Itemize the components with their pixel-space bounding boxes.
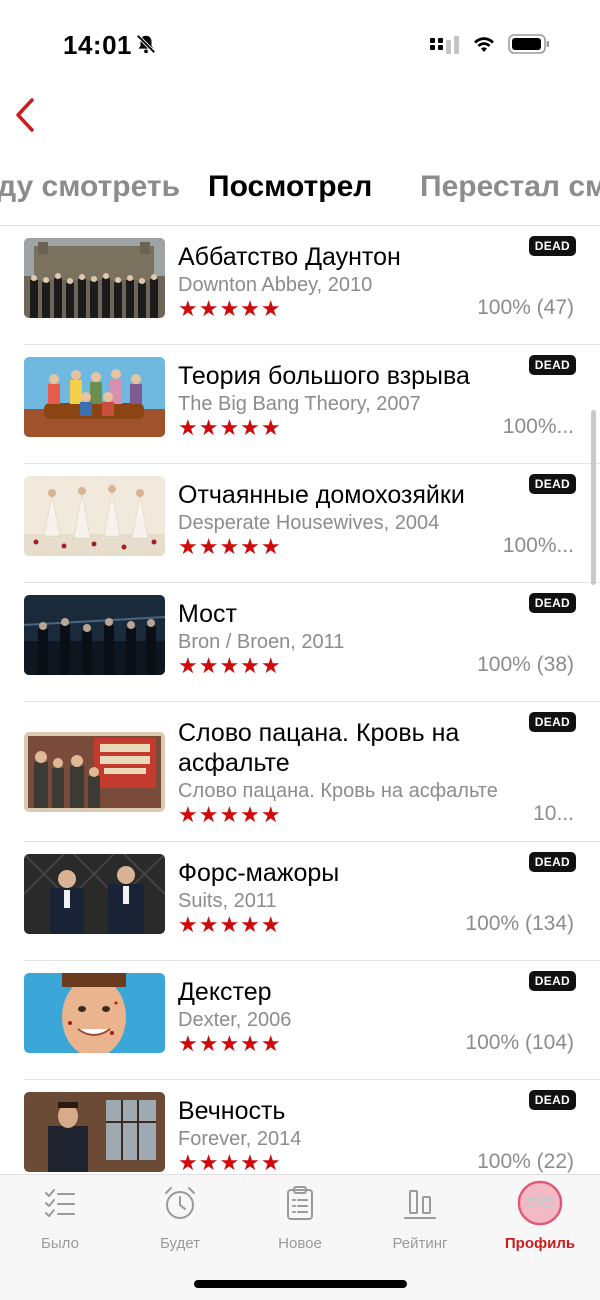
- status-badge: DEAD: [528, 852, 576, 872]
- show-original-title: Suits, 2011: [178, 890, 277, 912]
- poster-thumbnail: [24, 1092, 165, 1172]
- tabbar-label: Будет: [160, 1235, 200, 1252]
- show-title: Слово пацана. Кровь на асфальте: [178, 719, 460, 777]
- tab-watched[interactable]: Посмотрел: [208, 165, 372, 209]
- progress-percent: 100% (22): [477, 1150, 574, 1173]
- show-original-title: The Big Bang Theory, 2007: [178, 393, 421, 415]
- shows-list[interactable]: Аббатство Даунтон Downton Abbey, 2010 ★★…: [0, 226, 600, 1174]
- tabbar-label: Новое: [278, 1235, 322, 1252]
- list-item[interactable]: Форс-мажоры Suits, 2011 ★★★★★ 100% (134)…: [0, 842, 600, 961]
- segment-tabs: Буду смотреть Посмотрел Перестал смотрет…: [0, 165, 600, 215]
- list-item[interactable]: Вечность Forever, 2014 ★★★★★ 100% (22) D…: [0, 1080, 600, 1174]
- progress-percent: 100%...: [502, 534, 574, 557]
- show-original-title: Dexter, 2006: [178, 1009, 292, 1031]
- progress-percent: 100% (47): [477, 296, 574, 319]
- progress-percent: 100% (134): [465, 912, 574, 935]
- list-item[interactable]: Аббатство Даунтон Downton Abbey, 2010 ★★…: [0, 226, 600, 345]
- list-item[interactable]: Слово пацана. Кровь на асфальте Слово па…: [0, 702, 600, 842]
- rating-stars: ★★★★★: [178, 1031, 282, 1056]
- back-chevron-icon[interactable]: [10, 95, 40, 135]
- show-original-title: Desperate Housewives, 2004: [178, 512, 440, 534]
- progress-percent: 100%...: [502, 415, 574, 438]
- tabbar-item-upcoming[interactable]: Будет: [130, 1185, 230, 1252]
- show-original-title: Forever, 2014: [178, 1128, 302, 1150]
- tabbar-item-new[interactable]: Новое: [250, 1185, 350, 1252]
- show-title: Отчаянные домохозяйки: [178, 481, 465, 509]
- tab-will-watch[interactable]: Буду смотреть: [0, 165, 180, 209]
- list-item[interactable]: Теория большого взрыва The Big Bang Theo…: [0, 345, 600, 464]
- tabbar-label: Рейтинг: [392, 1235, 448, 1252]
- status-badge: DEAD: [528, 355, 576, 375]
- wifi-icon: [474, 37, 494, 52]
- status-badge: DEAD: [528, 474, 576, 494]
- rating-stars: ★★★★★: [178, 1150, 282, 1174]
- signal-icon: [430, 36, 459, 54]
- tabbar-item-history[interactable]: Было: [10, 1185, 110, 1252]
- poster-thumbnail: [24, 238, 165, 318]
- clipboard-icon: [287, 1186, 313, 1220]
- show-title: Форс-мажоры: [178, 859, 340, 887]
- list-item[interactable]: Отчаянные домохозяйки Desperate Housewiv…: [0, 464, 600, 583]
- status-badge: DEAD: [528, 1090, 576, 1110]
- show-title: Вечность: [178, 1097, 286, 1125]
- poster-thumbnail: [24, 357, 165, 437]
- tab-dropped[interactable]: Перестал смотреть: [420, 165, 600, 209]
- progress-percent: 100% (38): [477, 653, 574, 676]
- list-item[interactable]: Декстер Dexter, 2006 ★★★★★ 100% (104) DE…: [0, 961, 600, 1080]
- show-original-title: Downton Abbey, 2010: [178, 274, 373, 296]
- tabbar-item-rating[interactable]: Рейтинг: [370, 1185, 470, 1252]
- status-time: 14:01: [63, 30, 132, 60]
- poster-thumbnail: [24, 854, 165, 934]
- profile-glasses-icon: [517, 1180, 563, 1226]
- tabbar-label: Было: [41, 1235, 79, 1252]
- home-indicator: [194, 1280, 407, 1288]
- rating-stars: ★★★★★: [178, 802, 282, 827]
- show-title: Декстер: [178, 978, 272, 1006]
- rating-stars: ★★★★★: [178, 534, 282, 559]
- poster-thumbnail: [24, 732, 165, 812]
- progress-percent: 100% (104): [465, 1031, 574, 1054]
- rating-stars: ★★★★★: [178, 296, 282, 321]
- bar-chart-icon: [404, 1190, 436, 1219]
- progress-percent: 10...: [533, 802, 574, 825]
- status-badge: DEAD: [528, 971, 576, 991]
- show-original-title: Слово пацана. Кровь на асфальте: [178, 780, 498, 802]
- alarm-clock-icon: [165, 1187, 195, 1219]
- rating-stars: ★★★★★: [178, 415, 282, 440]
- show-title: Мост: [178, 600, 237, 628]
- checklist-icon: [45, 1189, 75, 1217]
- show-original-title: Bron / Broen, 2011: [178, 631, 345, 653]
- show-title: Теория большого взрыва: [178, 362, 470, 390]
- rating-stars: ★★★★★: [178, 653, 282, 678]
- poster-thumbnail: [24, 476, 165, 556]
- show-title: Аббатство Даунтон: [178, 243, 401, 271]
- battery-icon: [508, 34, 549, 54]
- bell-slash-icon: [136, 34, 156, 54]
- poster-thumbnail: [24, 595, 165, 675]
- status-bar: 14:01: [0, 0, 600, 90]
- status-badge: DEAD: [528, 712, 576, 732]
- scrollbar[interactable]: [591, 410, 596, 585]
- tabbar-item-profile[interactable]: Профиль: [490, 1180, 590, 1252]
- status-badge: DEAD: [528, 236, 576, 256]
- rating-stars: ★★★★★: [178, 912, 282, 937]
- list-item[interactable]: Мост Bron / Broen, 2011 ★★★★★ 100% (38) …: [0, 583, 600, 702]
- poster-thumbnail: [24, 973, 165, 1053]
- status-badge: DEAD: [528, 593, 576, 613]
- tabbar-label: Профиль: [504, 1235, 576, 1252]
